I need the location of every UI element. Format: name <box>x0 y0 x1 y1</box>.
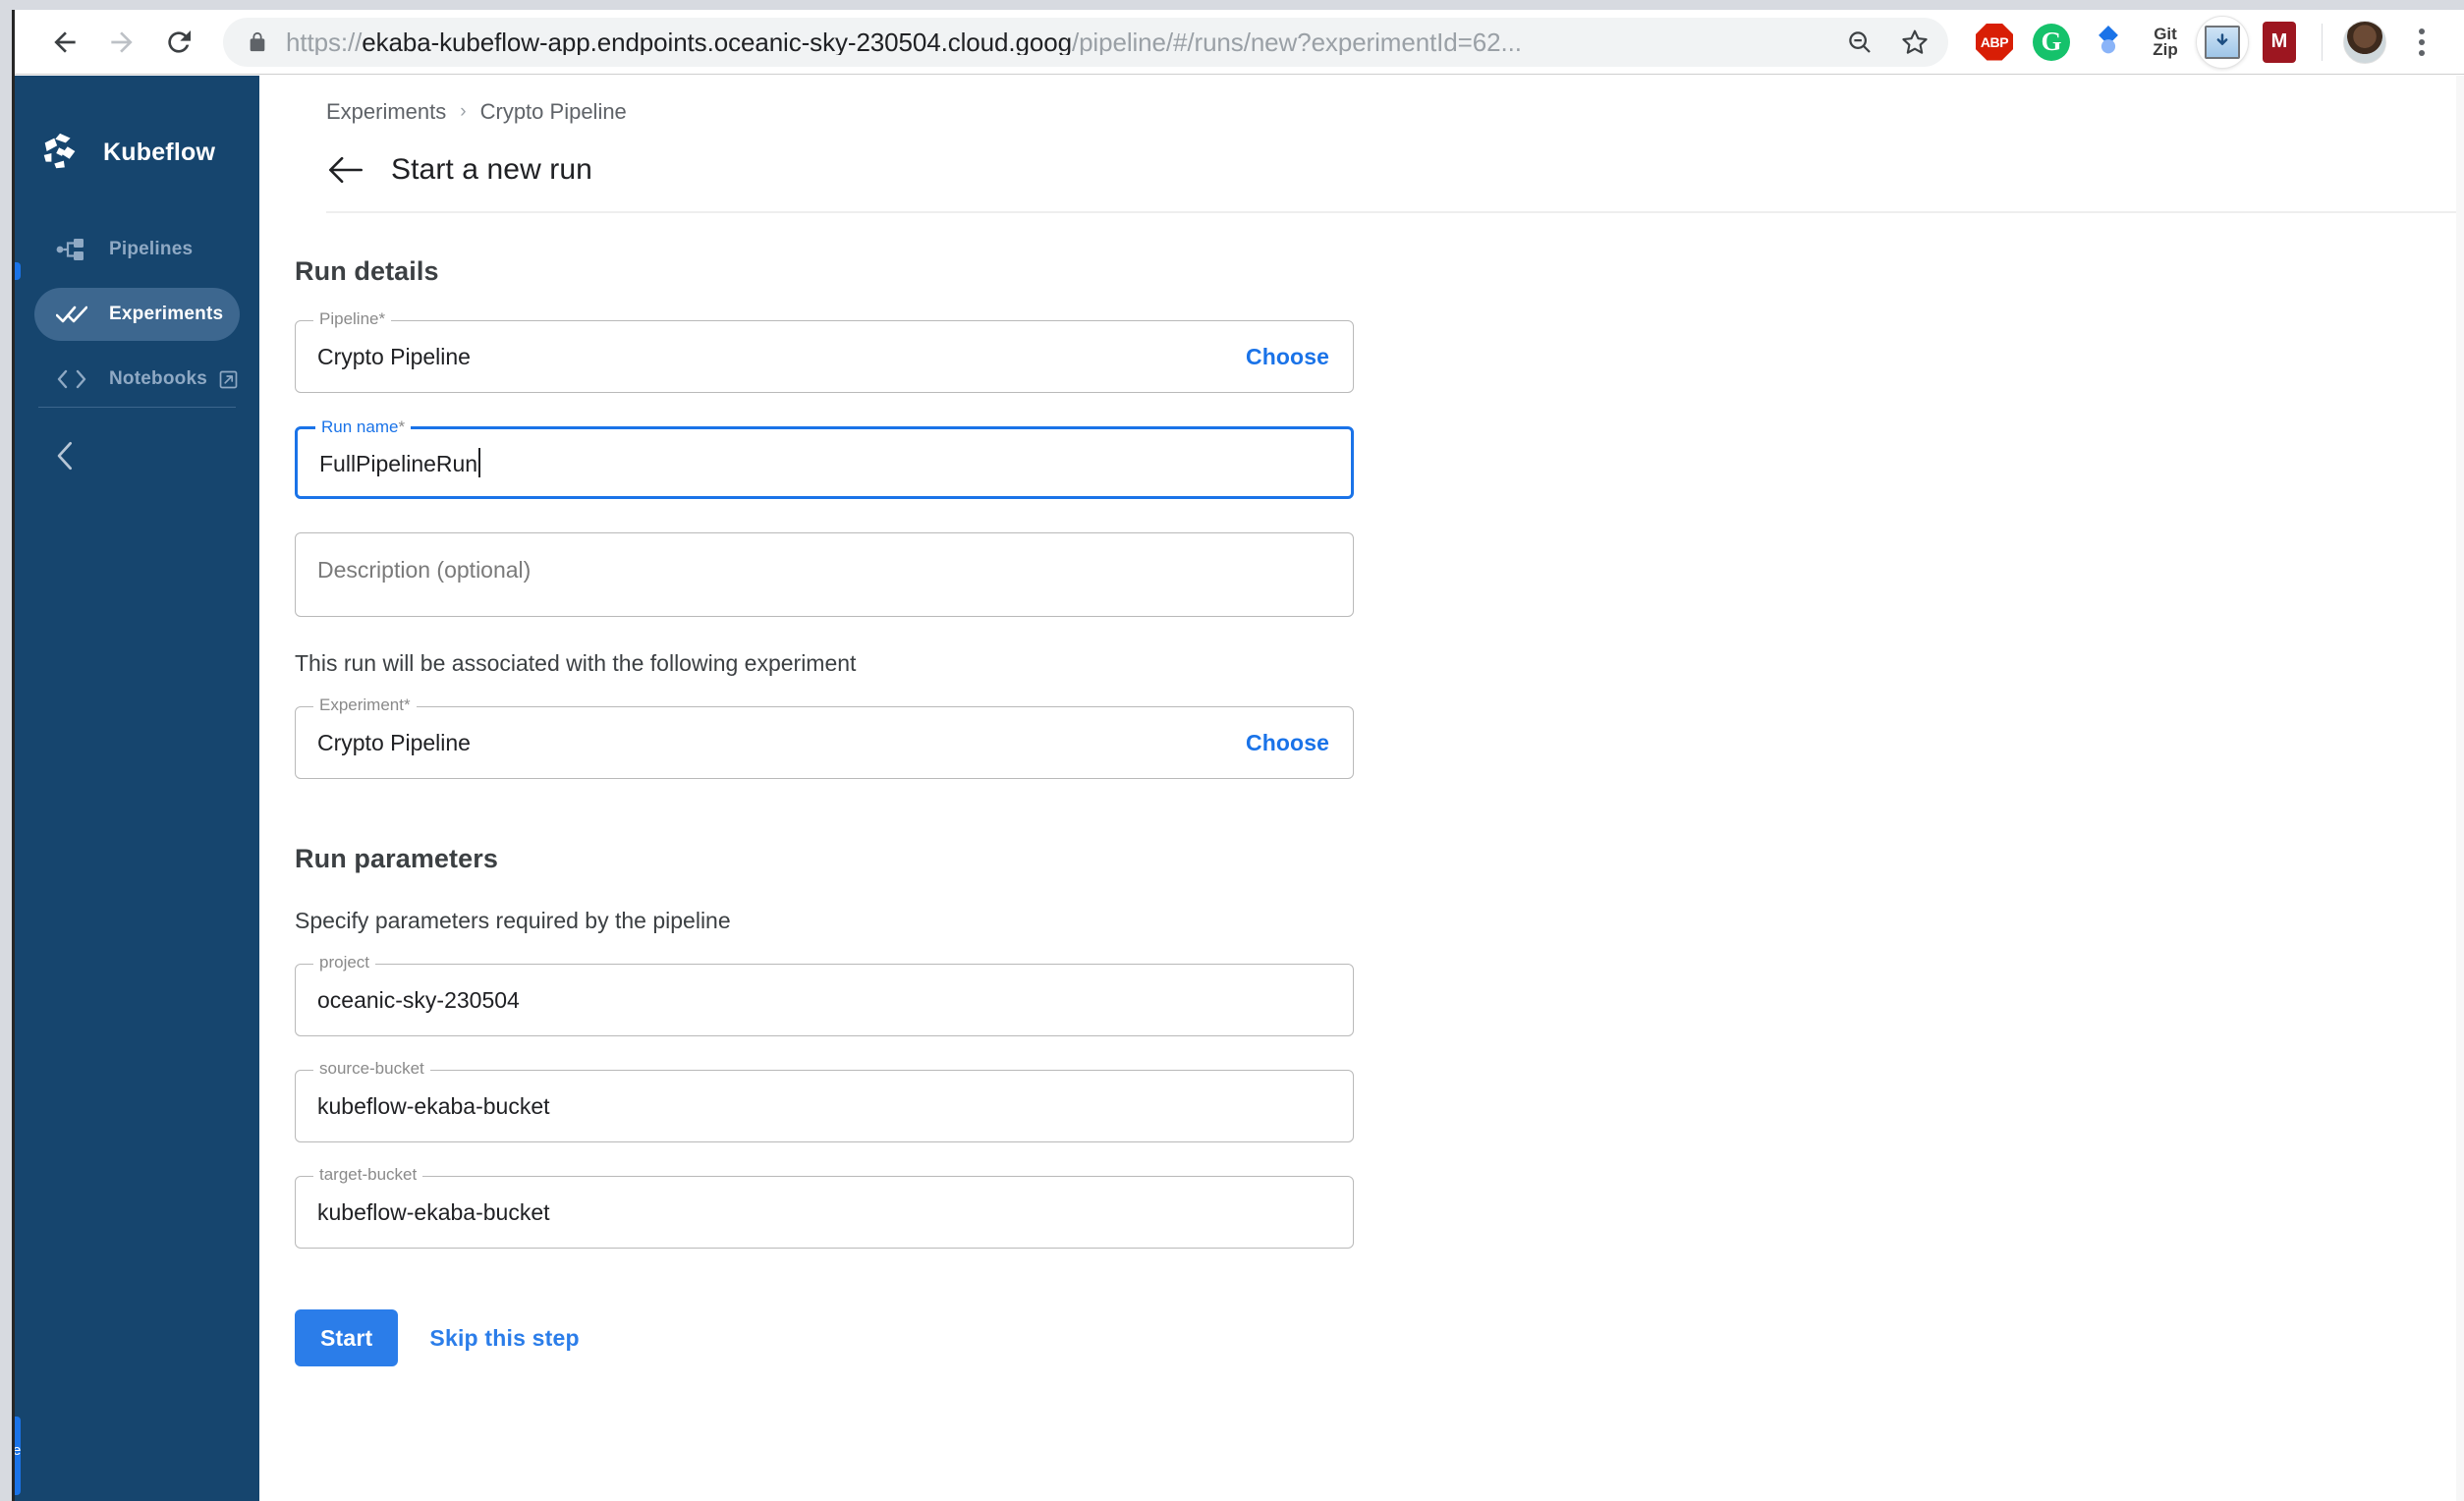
address-bar-url: https://ekaba-kubeflow-app.endpoints.oce… <box>286 28 1522 55</box>
param-target-bucket-legend: target-bucket <box>313 1166 423 1183</box>
extension-diamond[interactable] <box>2080 14 2137 71</box>
omnibox-actions <box>1832 18 1942 67</box>
sidebar-collapse-button[interactable] <box>44 436 87 479</box>
run-name-field-legend: Run name* <box>315 418 412 435</box>
sidebar-nav: Pipelines Experiments Notebooks <box>15 223 259 406</box>
browser-window: https://ekaba-kubeflow-app.endpoints.oce… <box>12 10 2464 1501</box>
forward-button[interactable] <box>93 14 150 71</box>
experiment-field[interactable]: Experiment* Crypto Pipeline Choose <box>295 696 1354 779</box>
extensions-strip: ABP G Git Zip M <box>1958 14 2450 71</box>
experiment-association-note: This run will be associated with the fol… <box>295 650 857 676</box>
pipeline-field-legend: Pipeline* <box>313 310 392 327</box>
pipeline-icon <box>56 237 89 262</box>
param-source-bucket-input[interactable]: kubeflow-ekaba-bucket <box>317 1093 1329 1120</box>
breadcrumb-item-experiments[interactable]: Experiments <box>326 99 446 125</box>
back-button[interactable] <box>36 14 93 71</box>
edge-indicator-top <box>15 262 21 280</box>
experiment-choose-button[interactable]: Choose <box>1246 730 1329 756</box>
run-parameters-subtext: Specify parameters required by the pipel… <box>295 908 731 933</box>
profile-avatar-image <box>2343 20 2386 64</box>
image-download-icon <box>2205 25 2240 59</box>
run-details-heading: Run details <box>295 256 439 286</box>
skip-this-step-button[interactable]: Skip this step <box>429 1325 579 1352</box>
experiment-field-value: Crypto Pipeline <box>317 729 471 755</box>
param-target-bucket-input[interactable]: kubeflow-ekaba-bucket <box>317 1199 1329 1226</box>
grammarly-icon: G <box>2033 23 2070 61</box>
sidebar-item-pipelines[interactable]: Pipelines <box>34 223 240 276</box>
pipeline-choose-button[interactable]: Choose <box>1246 344 1329 370</box>
param-source-bucket-legend: source-bucket <box>313 1060 430 1077</box>
gitzip-icon: Git Zip <box>2153 24 2178 59</box>
sidebar-item-label: Notebooks <box>109 368 207 389</box>
pipeline-field[interactable]: Pipeline* Crypto Pipeline Choose <box>295 310 1354 393</box>
kubeflow-logo-icon <box>43 133 76 169</box>
kebab-menu-icon[interactable] <box>2393 14 2450 71</box>
extension-grammarly[interactable]: G <box>2023 14 2080 71</box>
param-project-input[interactable]: oceanic-sky-230504 <box>317 987 1329 1014</box>
screen-root: https://ekaba-kubeflow-app.endpoints.oce… <box>0 0 2464 1501</box>
code-brackets-icon <box>56 368 89 390</box>
diamond-icon <box>2099 25 2118 53</box>
sidebar-item-notebooks[interactable]: Notebooks <box>34 353 240 406</box>
sidebar-item-experiments[interactable]: Experiments <box>34 288 240 341</box>
extension-mendeley[interactable]: M <box>2251 14 2308 71</box>
browser-toolbar: https://ekaba-kubeflow-app.endpoints.oce… <box>15 10 2464 75</box>
toolbar-divider <box>2322 23 2323 61</box>
extension-gitzip[interactable]: Git Zip <box>2137 14 2194 71</box>
breadcrumb-separator: › <box>460 101 467 122</box>
mendeley-icon: M <box>2263 21 2296 63</box>
form-actions: Start Skip this step <box>295 1309 2464 1366</box>
arrow-left-icon[interactable] <box>326 150 365 190</box>
star-icon[interactable] <box>1887 18 1942 67</box>
param-source-bucket-field[interactable]: source-bucket kubeflow-ekaba-bucket <box>295 1060 1354 1142</box>
breadcrumb-item-crypto-pipeline[interactable]: Crypto Pipeline <box>480 99 627 125</box>
adblock-plus-icon: ABP <box>1976 23 2013 61</box>
scrollbar-track[interactable] <box>2456 76 2464 1501</box>
reload-button[interactable] <box>150 14 207 71</box>
kubeflow-app: Kubeflow Pipelines Experiments <box>15 76 2464 1501</box>
pipeline-field-value: Crypto Pipeline <box>317 343 471 369</box>
sidebar-item-label: Pipelines <box>109 239 194 259</box>
brand-name: Kubeflow <box>103 138 216 166</box>
kebab-dots <box>2419 28 2425 56</box>
param-project-field[interactable]: project oceanic-sky-230504 <box>295 954 1354 1036</box>
form-content: Run details Pipeline* Crypto Pipeline Ch… <box>259 213 2464 1366</box>
edge-indicator-bottom <box>15 1417 21 1495</box>
page-header: Experiments › Crypto Pipeline Start a ne… <box>259 76 2464 213</box>
start-button[interactable]: Start <box>295 1309 399 1366</box>
param-target-bucket-field[interactable]: target-bucket kubeflow-ekaba-bucket <box>295 1166 1354 1249</box>
double-check-icon <box>56 303 89 326</box>
description-input[interactable]: Description (optional) <box>317 557 1329 584</box>
run-name-input[interactable]: FullPipelineRun <box>319 448 1327 477</box>
param-project-legend: project <box>313 954 376 971</box>
run-parameters-heading: Run parameters <box>295 844 498 873</box>
run-name-field[interactable]: Run name* FullPipelineRun <box>295 418 1354 499</box>
zoom-out-icon[interactable] <box>1832 18 1887 67</box>
address-bar[interactable]: https://ekaba-kubeflow-app.endpoints.oce… <box>223 17 1948 67</box>
page-title: Start a new run <box>391 153 592 186</box>
lock-icon <box>247 29 268 55</box>
extension-image-downloader[interactable] <box>2194 14 2251 71</box>
main-content: Experiments › Crypto Pipeline Start a ne… <box>259 76 2464 1501</box>
experiment-field-legend: Experiment* <box>313 696 417 713</box>
sidebar-item-label: Experiments <box>109 304 224 324</box>
chevron-left-icon <box>53 441 79 475</box>
sidebar-divider <box>38 407 236 408</box>
title-row: Start a new run <box>326 150 2464 190</box>
external-link-icon <box>219 370 238 389</box>
extension-adblock-plus[interactable]: ABP <box>1966 14 2023 71</box>
brand[interactable]: Kubeflow <box>15 111 259 194</box>
sidebar: Kubeflow Pipelines Experiments <box>15 76 259 1501</box>
breadcrumb: Experiments › Crypto Pipeline <box>326 95 2464 129</box>
avatar[interactable] <box>2336 14 2393 71</box>
text-caret <box>478 448 481 477</box>
description-field[interactable]: Description (optional) <box>295 532 1354 617</box>
